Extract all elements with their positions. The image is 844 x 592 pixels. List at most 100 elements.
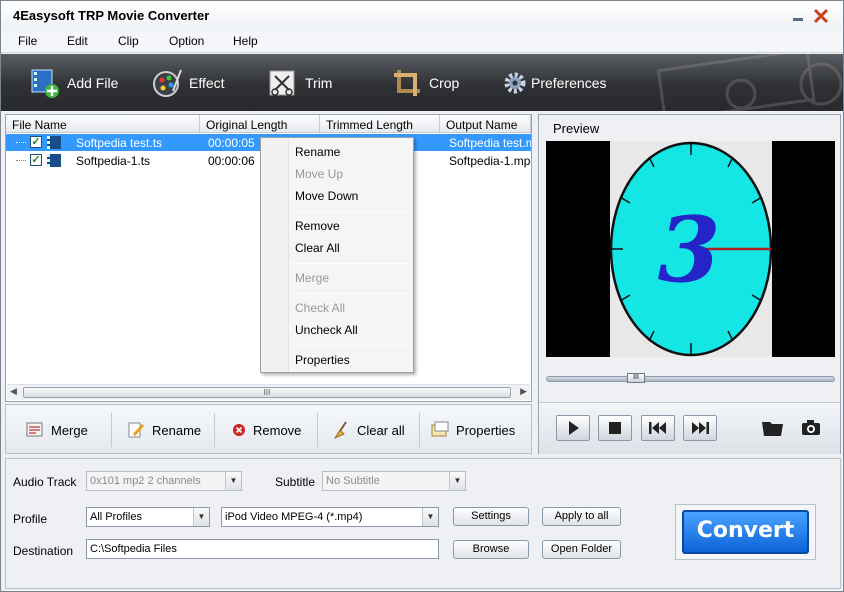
rename-icon bbox=[128, 422, 145, 438]
browse-button[interactable]: Browse bbox=[453, 540, 529, 559]
context-move-up: Move Up bbox=[295, 167, 344, 181]
file-checkbox[interactable]: ✓ bbox=[30, 136, 42, 148]
properties-icon bbox=[431, 421, 449, 437]
chevron-down-icon: ▼ bbox=[225, 472, 241, 490]
convert-button[interactable]: Convert bbox=[682, 510, 809, 554]
tree-line bbox=[16, 160, 26, 161]
menu-separator bbox=[291, 345, 411, 346]
seek-slider[interactable]: III bbox=[546, 373, 835, 383]
app-window: 4Easysoft TRP Movie Converter File Edit … bbox=[0, 0, 844, 592]
minimize-icon bbox=[793, 18, 803, 21]
gear-icon bbox=[504, 72, 526, 94]
context-clear-all[interactable]: Clear All bbox=[295, 241, 340, 255]
add-file-icon bbox=[31, 69, 59, 98]
context-uncheck-all[interactable]: Uncheck All bbox=[295, 323, 358, 337]
film-reel-decoration bbox=[656, 54, 843, 111]
context-rename[interactable]: Rename bbox=[295, 145, 340, 159]
profile-value: iPod Video MPEG-4 (*.mp4) bbox=[225, 511, 363, 523]
destination-label: Destination bbox=[13, 544, 74, 558]
effect-icon bbox=[153, 69, 182, 97]
separator bbox=[419, 413, 420, 447]
audio-track-value: 0x101 mp2 2 channels bbox=[90, 475, 201, 487]
menu-clip[interactable]: Clip bbox=[118, 34, 139, 48]
horizontal-scrollbar[interactable]: ◀ III ▶ bbox=[7, 384, 530, 400]
title-bar: 4Easysoft TRP Movie Converter bbox=[1, 1, 843, 31]
context-properties[interactable]: Properties bbox=[295, 353, 350, 367]
snapshot-button[interactable] bbox=[801, 419, 823, 437]
context-remove[interactable]: Remove bbox=[295, 219, 340, 233]
settings-button[interactable]: Settings bbox=[453, 507, 529, 526]
context-move-down[interactable]: Move Down bbox=[295, 189, 358, 203]
subtitle-select[interactable]: No Subtitle ▼ bbox=[322, 471, 466, 491]
trim-button[interactable]: Trim bbox=[267, 66, 332, 100]
menu-file[interactable]: File bbox=[18, 34, 37, 48]
audio-track-select[interactable]: 0x101 mp2 2 channels ▼ bbox=[86, 471, 242, 491]
video-preview: 3 bbox=[546, 141, 835, 357]
fast-forward-button[interactable] bbox=[683, 415, 717, 441]
camera-icon bbox=[802, 420, 820, 435]
skip-forward-icon bbox=[692, 422, 709, 434]
countdown-digit: 3 bbox=[658, 197, 721, 303]
properties-button[interactable]: Properties bbox=[431, 420, 515, 440]
menu-option[interactable]: Option bbox=[169, 34, 204, 48]
profile-category-select[interactable]: All Profiles ▼ bbox=[86, 507, 210, 527]
rename-button[interactable]: Rename bbox=[127, 420, 201, 440]
settings-panel: Audio Track 0x101 mp2 2 channels ▼ Subti… bbox=[5, 458, 841, 589]
minimize-button[interactable] bbox=[789, 7, 807, 25]
menu-separator bbox=[291, 211, 411, 212]
video-file-icon bbox=[47, 136, 61, 149]
open-folder-button[interactable]: Open Folder bbox=[542, 540, 621, 559]
folder-icon bbox=[762, 422, 783, 436]
rename-label: Rename bbox=[152, 422, 202, 438]
preferences-button[interactable]: Preferences bbox=[503, 66, 606, 100]
clear-all-label: Clear all bbox=[357, 422, 405, 438]
scroll-left-arrow[interactable]: ◀ bbox=[10, 386, 17, 397]
effect-button[interactable]: Effect bbox=[151, 66, 225, 100]
rewind-button[interactable] bbox=[641, 415, 675, 441]
add-file-button[interactable]: Add File bbox=[29, 66, 118, 100]
crop-button[interactable]: Crop bbox=[391, 66, 459, 100]
menu-edit[interactable]: Edit bbox=[67, 34, 88, 48]
add-file-label: Add File bbox=[67, 75, 119, 91]
context-check-all: Check All bbox=[295, 301, 346, 315]
open-folder-preview-button[interactable] bbox=[761, 417, 785, 439]
merge-label: Merge bbox=[51, 422, 88, 438]
close-icon bbox=[813, 8, 829, 24]
close-button[interactable] bbox=[812, 7, 830, 25]
trim-label: Trim bbox=[305, 75, 333, 91]
column-output-name[interactable]: Output Name bbox=[440, 115, 531, 133]
subtitle-value: No Subtitle bbox=[326, 475, 380, 487]
context-menu: Rename Move Up Move Down Remove Clear Al… bbox=[260, 137, 414, 373]
menu-separator bbox=[291, 263, 411, 264]
separator bbox=[111, 413, 112, 447]
scroll-thumb[interactable]: III bbox=[23, 387, 511, 398]
countdown-frame: 3 bbox=[609, 141, 773, 357]
original-length: 00:00:05 bbox=[208, 136, 255, 150]
original-length: 00:00:06 bbox=[208, 154, 255, 168]
preview-panel: Preview 3 III bbox=[538, 114, 841, 454]
remove-button[interactable]: Remove bbox=[232, 420, 301, 440]
remove-icon bbox=[233, 424, 245, 436]
file-name: Softpedia-1.ts bbox=[76, 154, 151, 168]
preview-label: Preview bbox=[553, 121, 600, 136]
file-checkbox[interactable]: ✓ bbox=[30, 154, 42, 166]
scroll-right-arrow[interactable]: ▶ bbox=[520, 386, 527, 397]
play-icon bbox=[569, 421, 579, 435]
chevron-down-icon: ▼ bbox=[449, 472, 465, 490]
merge-icon bbox=[26, 422, 43, 437]
column-trimmed-length[interactable]: Trimmed Length bbox=[320, 115, 440, 133]
column-original-length[interactable]: Original Length bbox=[200, 115, 320, 133]
stop-button[interactable] bbox=[598, 415, 632, 441]
column-file-name[interactable]: File Name bbox=[6, 115, 200, 133]
menu-help[interactable]: Help bbox=[233, 34, 258, 48]
apply-to-all-button[interactable]: Apply to all bbox=[542, 507, 621, 526]
seek-thumb[interactable]: III bbox=[627, 373, 645, 383]
play-button[interactable] bbox=[556, 415, 590, 441]
context-merge: Merge bbox=[295, 271, 330, 285]
clear-all-button[interactable]: Clear all bbox=[332, 420, 405, 440]
profile-select[interactable]: iPod Video MPEG-4 (*.mp4) ▼ bbox=[221, 507, 439, 527]
merge-button[interactable]: Merge bbox=[26, 420, 88, 440]
chevron-down-icon: ▼ bbox=[422, 508, 438, 526]
output-name: Softpedia test.mp bbox=[449, 136, 531, 150]
destination-input[interactable]: C:\Softpedia Files bbox=[86, 539, 439, 559]
